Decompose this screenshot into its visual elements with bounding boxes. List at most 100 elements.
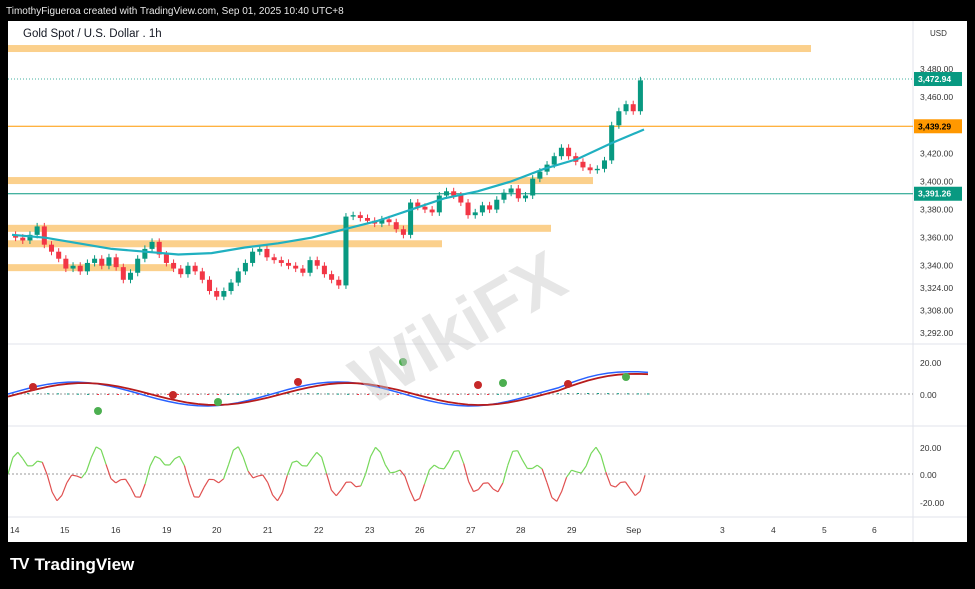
rsi-line-segment: [379, 452, 386, 466]
rsi-line-segment: [453, 450, 459, 452]
macd-histogram-bar: [177, 394, 179, 395]
rsi-line-segment: [541, 468, 548, 483]
rsi-line-segment: [257, 474, 263, 477]
time-tick-label: 23: [365, 525, 375, 535]
candle: [185, 265, 191, 275]
candle: [84, 262, 90, 272]
price-tick-label: 3,292.00: [920, 328, 953, 338]
macd-cross-dot: [214, 398, 222, 406]
candle: [436, 195, 442, 213]
price-tick-label: 3,400.00: [920, 176, 953, 186]
rsi-line-segment: [267, 482, 274, 496]
price-level-tag-label: 3,439.29: [918, 121, 951, 131]
candle: [300, 268, 306, 273]
chart-canvas[interactable]: 3,480.003,460.003,420.003,400.003,380.00…: [8, 21, 967, 542]
tradingview-brand[interactable]: ⁠TV TradingView: [10, 555, 134, 575]
candle: [350, 215, 356, 217]
rsi-line-segment: [355, 485, 361, 488]
candle: [465, 202, 471, 216]
candle: [501, 192, 507, 200]
rsi-tick-label: 0.00: [920, 470, 937, 480]
candle: [293, 265, 299, 269]
candle: [630, 104, 636, 112]
macd-histogram-bar: [217, 394, 219, 395]
rsi-line-segment: [32, 460, 38, 467]
moving-average-line: [11, 128, 645, 256]
macd-histogram-bar: [587, 393, 589, 395]
candle: [192, 265, 198, 272]
rsi-line-segment: [203, 479, 210, 488]
macd-histogram-bar: [237, 393, 239, 395]
candle: [408, 202, 414, 235]
rsi-line-segment: [218, 478, 224, 484]
rsi-line-segment: [556, 491, 563, 502]
rsi-line-segment: [566, 469, 572, 478]
time-tick-label: 16: [111, 525, 121, 535]
candle: [566, 147, 572, 157]
candle: [515, 188, 521, 199]
rsi-line-segment: [95, 446, 102, 451]
price-tick-label: 3,308.00: [920, 306, 953, 316]
rsi-line-segment: [624, 481, 631, 490]
rsi-line-segment: [37, 460, 43, 463]
rsi-line-segment: [502, 465, 509, 484]
macd-histogram-bar: [67, 393, 69, 395]
candle: [637, 80, 643, 112]
macd-histogram-bar: [337, 393, 339, 395]
rsi-line-segment: [198, 487, 205, 498]
rsi-line-segment: [620, 481, 626, 484]
candle: [472, 212, 478, 216]
candle: [508, 188, 514, 193]
rsi-tick-label: -20.00: [920, 498, 944, 508]
macd-cross-dot: [564, 380, 572, 388]
macd-histogram-bar: [307, 393, 309, 395]
price-tick-label: 3,380.00: [920, 205, 953, 215]
rsi-line-segment: [8, 457, 14, 475]
rsi-line-segment: [227, 449, 234, 466]
rsi-line-segment: [276, 492, 283, 502]
candle: [235, 271, 241, 283]
candle: [250, 251, 256, 263]
rsi-line-segment: [306, 458, 313, 467]
macd-cross-dot: [29, 383, 37, 391]
candle: [127, 272, 134, 280]
rsi-line-segment: [46, 474, 53, 493]
candle: [386, 219, 392, 223]
candle: [530, 178, 536, 196]
rsi-line-segment: [419, 484, 426, 499]
candle: [422, 206, 428, 210]
macd-histogram-bar: [447, 394, 449, 395]
candle: [163, 254, 169, 263]
price-tick-label: 3,340.00: [920, 261, 953, 271]
candle: [56, 251, 62, 259]
macd-cross-dot: [499, 379, 507, 387]
macd-histogram-bar: [517, 393, 519, 395]
candle: [307, 260, 313, 273]
rsi-line-segment: [414, 498, 420, 502]
rsi-line-segment: [360, 473, 367, 487]
macd-fast-line: [8, 370, 649, 407]
rsi-line-segment: [399, 469, 406, 477]
rsi-line-segment: [22, 458, 29, 467]
rsi-line-segment: [610, 484, 616, 488]
rsi-line-segment: [634, 490, 641, 497]
candle: [429, 209, 435, 213]
rsi-line-segment: [423, 469, 430, 485]
macd-histogram-bar: [497, 393, 499, 395]
time-tick-label: 6: [872, 525, 877, 535]
rsi-line-segment: [365, 456, 372, 474]
rsi-line-segment: [144, 465, 151, 485]
rsi-line-segment: [76, 475, 82, 479]
time-tick-label: 14: [10, 525, 20, 535]
candle: [228, 282, 234, 292]
macd-histogram-bar: [557, 393, 559, 395]
price-tick-label: 3,420.00: [920, 148, 953, 158]
chart-panel[interactable]: 3,480.00 3,460.00 3,420.00 3,400.00 3,380.00…: [8, 21, 967, 542]
macd-histogram-bar: [477, 394, 479, 395]
rsi-line-segment: [311, 451, 318, 460]
rsi-line-segment: [272, 494, 278, 502]
rsi-line-segment: [384, 464, 391, 474]
rsi-line-segment: [409, 489, 416, 502]
rsi-line-segment: [178, 455, 185, 466]
tradingview-brand-label: TradingView: [34, 555, 135, 574]
